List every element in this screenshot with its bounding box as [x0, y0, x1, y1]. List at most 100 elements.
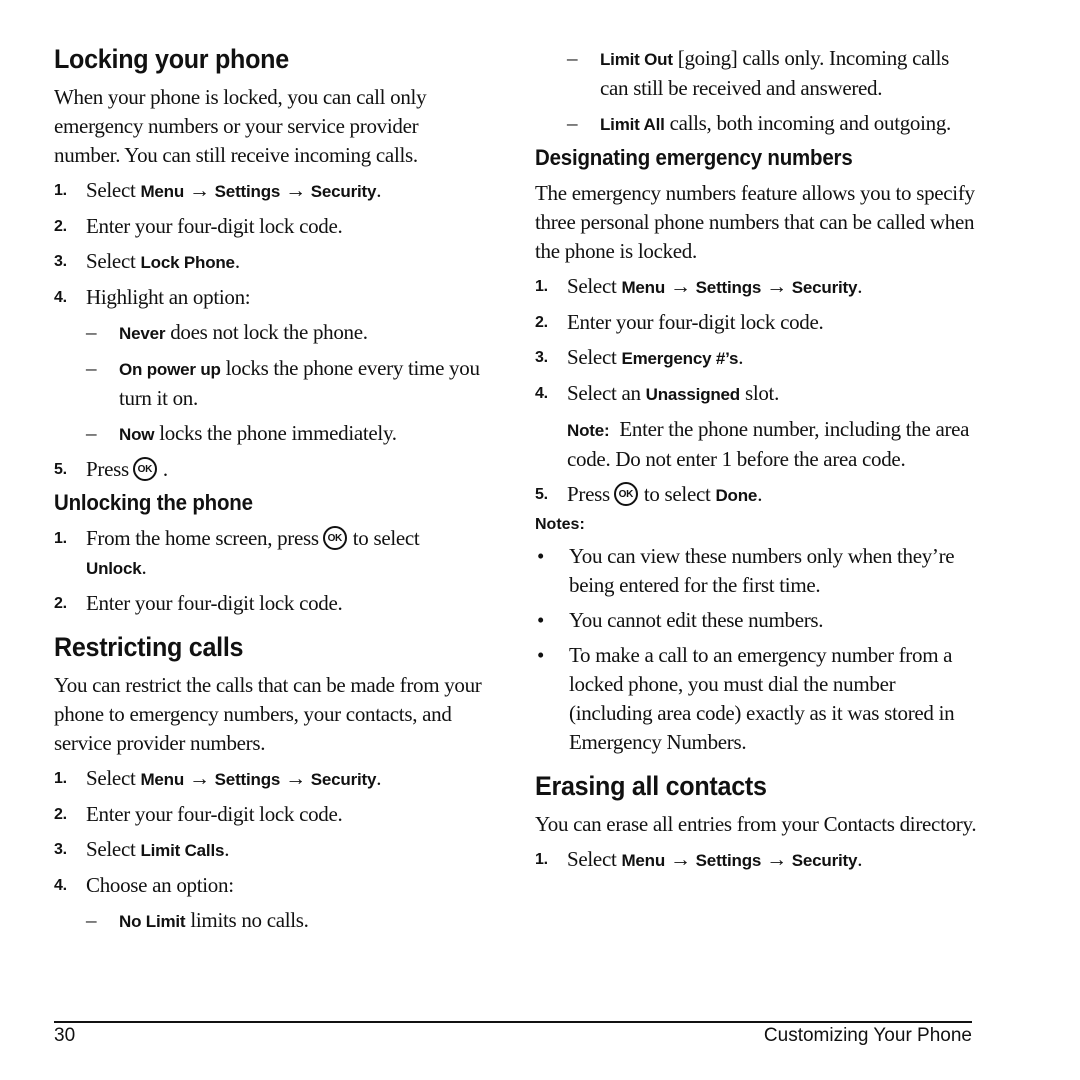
dash: – [86, 320, 97, 344]
step-number: 2. [535, 314, 548, 331]
dash: – [567, 111, 578, 135]
bullet-icon: • [537, 544, 545, 568]
arrow-icon: → [761, 274, 792, 298]
security-label: Security [791, 278, 858, 297]
emergency-numbers-label: Emergency #’s [621, 349, 739, 368]
right-column: – Limit Out [going] calls only. Incoming… [535, 44, 980, 881]
arrow-icon: → [280, 178, 311, 202]
step-text: Press [567, 482, 610, 506]
punctuation: . [857, 847, 863, 871]
option-no-limit: – No Limit limits no calls. [86, 906, 484, 936]
emergency-step-1: 1. Select Menu → Settings → Security. [535, 272, 980, 302]
step-text: Select an [567, 381, 646, 405]
step-text: Enter your four-digit lock code. [86, 591, 343, 615]
punctuation: . [224, 837, 230, 861]
option-on-power-up: – On power up locks the phone every time… [86, 354, 484, 413]
step-number: 1. [54, 770, 67, 787]
emergency-step-5: 5. Press OK to select Done. [535, 480, 980, 510]
punctuation: . [376, 178, 382, 202]
option-never: – Never does not lock the phone. [86, 318, 484, 348]
punctuation: . [234, 249, 240, 273]
option-text: locks the phone immediately. [154, 421, 397, 445]
bullet-text: To make a call to an emergency number fr… [569, 643, 955, 754]
option-limit-out: – Limit Out [going] calls only. Incoming… [567, 44, 980, 103]
arrow-icon: → [184, 178, 215, 202]
emergency-note: Note: Enter the phone number, including … [567, 415, 980, 474]
locking-intro: When your phone is locked, you can call … [54, 85, 427, 167]
note-bullet: • You can view these numbers only when t… [535, 542, 980, 600]
step-text: slot. [740, 381, 780, 405]
punctuation: . [757, 482, 763, 506]
step-number: 4. [54, 289, 67, 306]
option-label: Now [119, 425, 155, 444]
limit-calls-label: Limit Calls [140, 841, 225, 860]
arrow-icon: → [761, 847, 792, 871]
step-text: Select [86, 837, 141, 861]
security-label: Security [310, 770, 377, 789]
erasing-intro: You can erase all entries from your Cont… [535, 812, 977, 836]
bullet-text: You can view these numbers only when the… [569, 544, 955, 597]
step-number: 4. [54, 877, 67, 894]
locking-step-1: 1. Select Menu → Settings → Security. [54, 176, 484, 206]
step-text: From the home screen, press [86, 526, 319, 550]
step-text: Highlight an option: [86, 285, 251, 309]
option-text: does not lock the phone. [165, 320, 368, 344]
step-text: Enter your four-digit lock code. [86, 214, 343, 238]
section-title-erasing: Erasing all contacts [535, 771, 767, 801]
page-number: 30 [54, 1025, 76, 1046]
footer-section-title: Customizing Your Phone [763, 1025, 972, 1046]
section-title-restricting: Restricting calls [54, 632, 244, 662]
emergency-step-4: 4. Select an Unassigned slot. [535, 379, 980, 409]
step-text: Select [86, 178, 141, 202]
settings-label: Settings [695, 851, 762, 870]
step-number: 1. [535, 851, 548, 868]
unlock-label: Unlock [86, 559, 142, 578]
step-text: Select [86, 249, 141, 273]
menu-label: Menu [621, 278, 666, 297]
emergency-step-3: 3. Select Emergency #’s. [535, 343, 980, 373]
lock-phone-label: Lock Phone [140, 253, 235, 272]
note-bullet: • You cannot edit these numbers. [535, 606, 980, 635]
restricting-step-1: 1. Select Menu → Settings → Security. [54, 764, 484, 794]
step-number: 5. [54, 461, 67, 478]
bullet-icon: • [537, 608, 545, 632]
locking-step-3: 3. Select Lock Phone. [54, 247, 484, 277]
step-number: 2. [54, 806, 67, 823]
step-number: 2. [54, 595, 67, 612]
ok-button-icon: OK [613, 482, 638, 507]
option-text: limits no calls. [185, 908, 309, 932]
unlocking-step-2: 2. Enter your four-digit lock code. [54, 589, 484, 618]
settings-label: Settings [214, 182, 281, 201]
emergency-intro: The emergency numbers feature allows you… [535, 181, 975, 263]
dash: – [567, 46, 578, 70]
arrow-icon: → [280, 766, 311, 790]
step-text: Select [567, 847, 622, 871]
option-label: No Limit [119, 912, 186, 931]
menu-label: Menu [140, 770, 185, 789]
notes-label: Notes: [535, 516, 585, 533]
step-text: to select [352, 526, 420, 550]
restricting-step-4: 4. Choose an option: [54, 871, 484, 900]
dash: – [86, 908, 97, 932]
menu-label: Menu [621, 851, 666, 870]
arrow-icon: → [184, 766, 215, 790]
note-label: Note: [567, 421, 610, 440]
step-number: 1. [54, 530, 67, 547]
security-label: Security [310, 182, 377, 201]
step-text: Choose an option: [86, 873, 234, 897]
step-number: 5. [535, 486, 548, 503]
step-number: 4. [535, 385, 548, 402]
menu-label: Menu [140, 182, 185, 201]
step-number: 2. [54, 218, 67, 235]
arrow-icon: → [665, 274, 696, 298]
punctuation: . [141, 555, 147, 579]
step-text: Enter your four-digit lock code. [567, 310, 824, 334]
footer-divider [54, 1021, 972, 1023]
dash: – [86, 356, 97, 380]
step-text: Select [86, 766, 141, 790]
bullet-icon: • [537, 643, 545, 667]
locking-step-5: 5. Press OK. [54, 455, 484, 484]
option-label: Limit Out [600, 50, 673, 69]
punctuation: . [376, 766, 382, 790]
emergency-step-2: 2. Enter your four-digit lock code. [535, 308, 980, 337]
